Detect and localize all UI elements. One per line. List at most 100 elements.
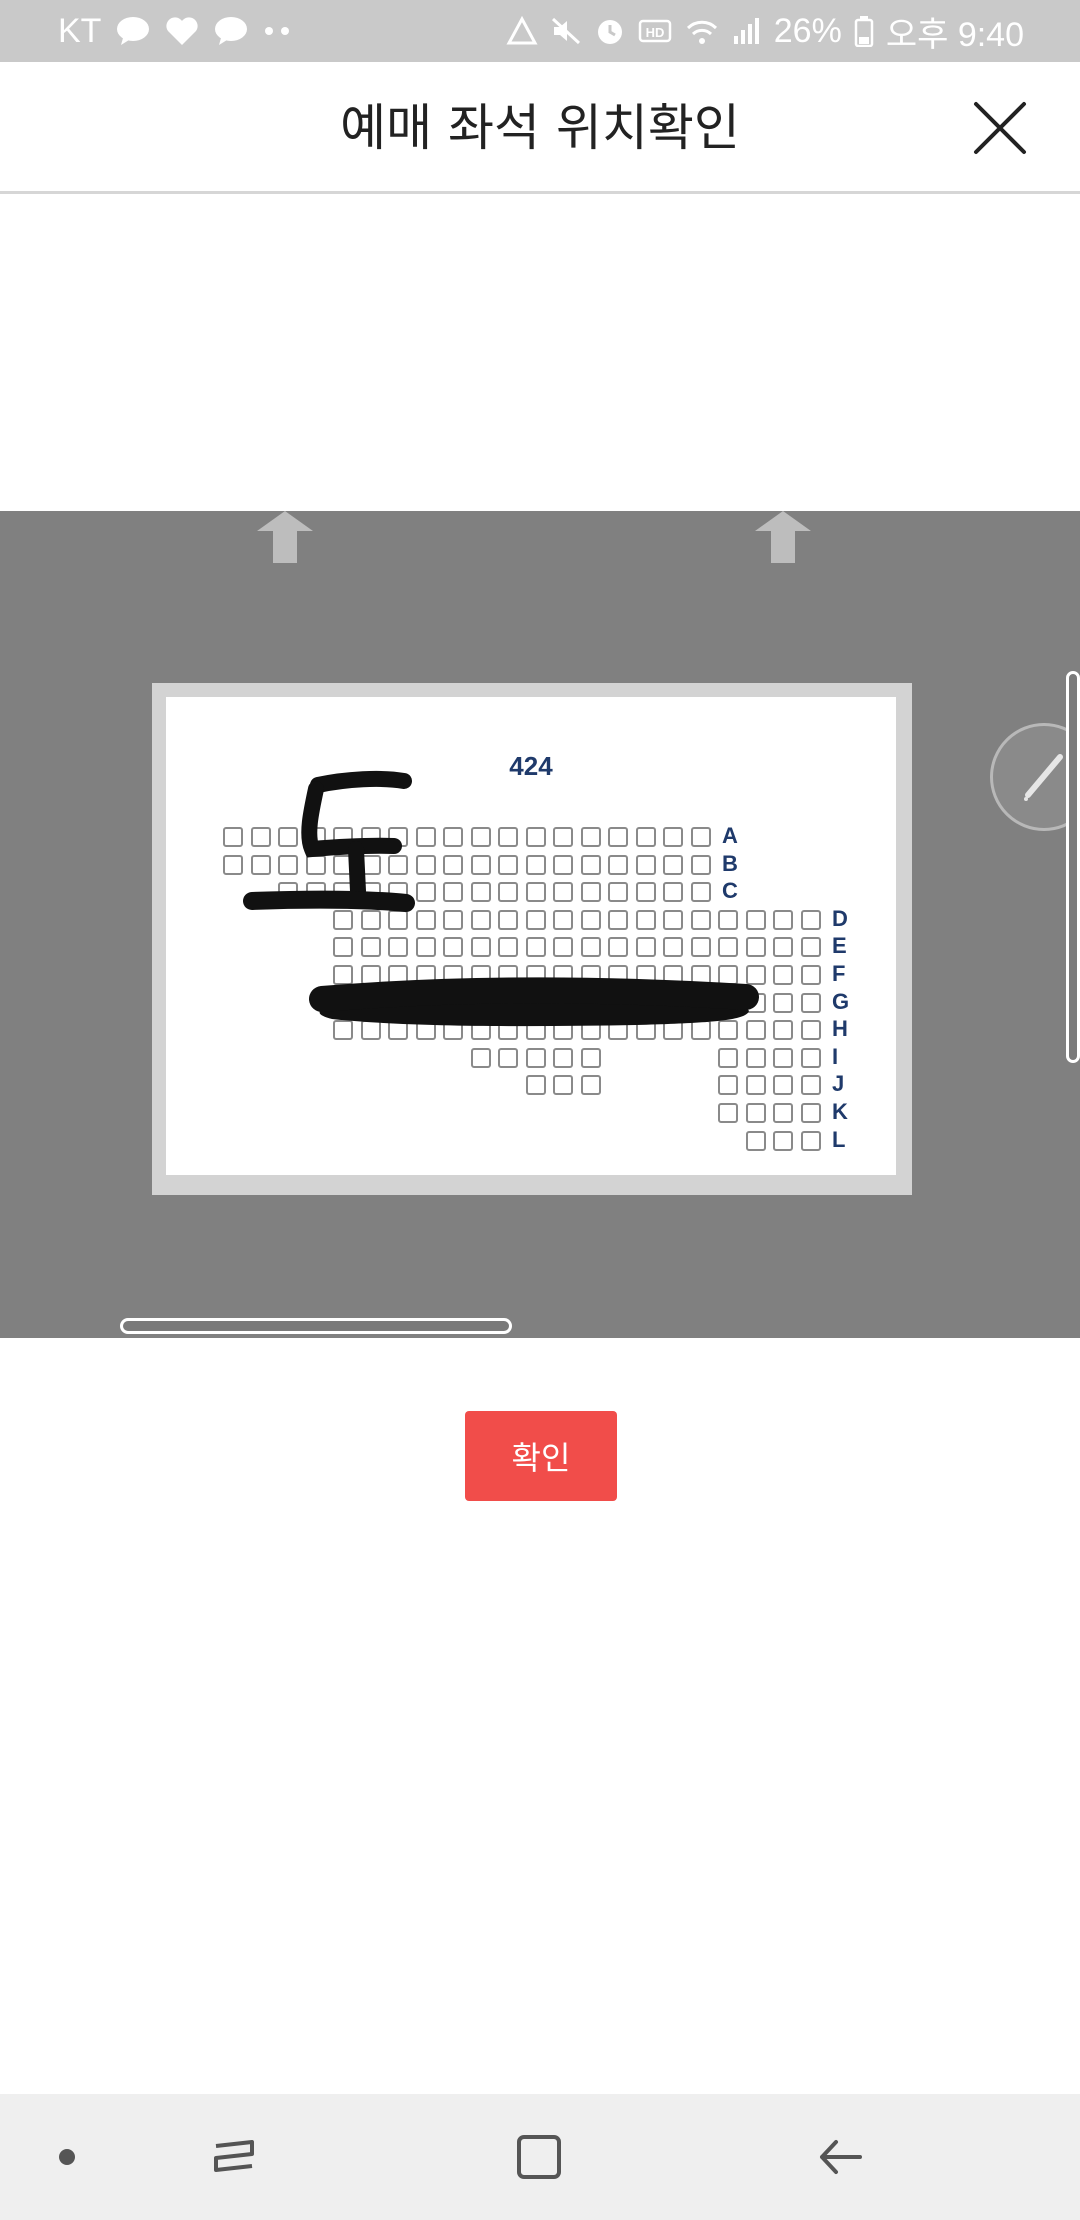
seat [745,937,766,958]
seat [388,992,408,1013]
seat [360,1020,381,1041]
seat [690,909,711,930]
home-icon [517,2135,561,2179]
seat [525,1047,546,1068]
seat [525,1075,546,1096]
seat [800,1075,821,1096]
seat [690,827,711,847]
seat [745,1020,766,1041]
seat [443,1020,463,1041]
seat [663,992,683,1013]
seat [718,937,738,958]
seat [498,992,518,1013]
seat [635,909,656,930]
more-notifications-icon [263,26,293,36]
alarm-icon [594,16,626,46]
row-label-c: C [722,878,738,904]
seat [498,965,518,985]
nav-dot-button[interactable] [34,2124,100,2190]
seat-map-viewer[interactable]: 424 ABC DEFGHIJKL [0,511,1080,1338]
seat [690,854,711,875]
seat [360,992,381,1013]
seat [608,1020,628,1041]
seat [250,827,271,847]
seat [305,827,326,847]
seat [443,992,463,1013]
battery-icon [854,15,874,47]
signal-icon [732,16,762,46]
seat [773,1103,793,1123]
seat [553,882,573,903]
row-label-k: K [832,1099,848,1124]
seat [745,1047,766,1068]
seat [333,827,353,847]
seat [333,937,353,958]
section-number: 424 [509,751,553,781]
seat [635,827,656,847]
row-label-d: D [832,905,848,931]
seat [580,937,601,958]
seat [718,1103,738,1123]
seat [635,965,656,985]
seat [773,1130,793,1151]
seat [360,909,381,930]
seat [360,937,381,958]
seat [800,965,821,985]
hd-voice-icon: HD [638,16,672,46]
seat [745,1103,766,1123]
mute-icon [550,16,582,46]
horizontal-scrollbar[interactable] [120,1318,512,1334]
seat [635,1020,656,1041]
seat [388,854,408,875]
seat [800,1130,821,1151]
seat [333,992,353,1013]
seat [388,882,408,903]
seat [580,882,601,903]
row-label-b: B [722,850,738,876]
seat [525,965,546,985]
row-label-i: I [832,1043,839,1069]
seat [333,965,353,985]
seat-map-inner: 424 ABC DEFGHIJKL [166,697,896,1175]
confirm-button[interactable]: 확인 [465,1411,617,1501]
close-button[interactable] [972,100,1028,156]
seat [498,1020,518,1041]
seat [498,1047,518,1068]
seat [443,965,463,985]
seat [443,854,463,875]
seat [360,965,381,985]
header: 예매 좌석 위치확인 [0,62,1080,194]
seat [690,1020,711,1041]
seat [470,937,491,958]
seat [718,1020,738,1041]
seat [690,965,711,985]
vertical-scrollbar[interactable] [1066,671,1080,1063]
seat [278,854,298,875]
seat [580,909,601,930]
seat [470,909,491,930]
recent-apps-button[interactable] [202,2124,268,2190]
seat [663,882,683,903]
seat [333,1020,353,1041]
back-button[interactable] [808,2124,874,2190]
data-saver-icon [506,16,538,46]
seat [745,909,766,930]
seat [470,1020,491,1041]
seat [443,909,463,930]
seat [635,882,656,903]
seat [443,882,463,903]
seat [800,909,821,930]
seat [525,909,546,930]
seat [663,909,683,930]
seat [333,882,353,903]
seat [415,854,436,875]
seat [553,909,573,930]
close-icon [974,102,1026,154]
seat [745,1075,766,1096]
seat [470,1047,491,1068]
seat [360,827,381,847]
seat [718,909,738,930]
seat [690,992,711,1013]
home-button[interactable] [506,2124,572,2190]
seat [388,827,408,847]
